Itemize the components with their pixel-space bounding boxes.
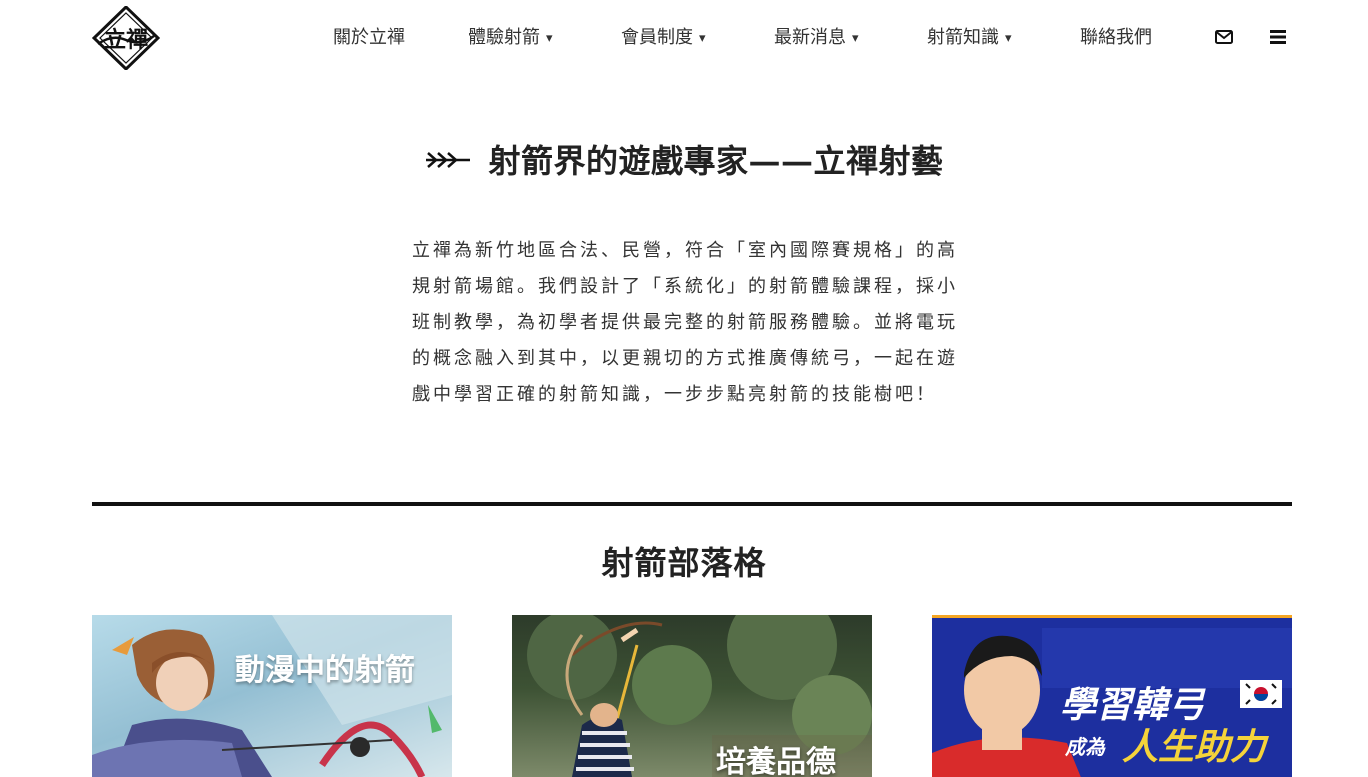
envelope-icon[interactable] — [1213, 26, 1235, 48]
blog-section-title: 射箭部落格 — [601, 544, 767, 582]
blog-card-korean-bow[interactable]: 學習韓弓 成為 人生助力 — [932, 615, 1292, 777]
brand-logo[interactable]: 立禪 — [92, 6, 160, 70]
nav-item-contact[interactable]: 聯絡我們 — [1080, 24, 1152, 52]
blog-card-character[interactable]: 培養品德 — [512, 615, 872, 777]
blog-card-label-line2a: 成為 — [1065, 735, 1105, 759]
intro-heading-text: 射箭界的遊戲專家——立禪射藝 — [488, 142, 944, 180]
chevron-down-icon: ▾ — [1005, 31, 1012, 46]
site-header: 立禪 關於立禪 體驗射箭 ▾ 會員制度 ▾ 最新消息 ▾ 射箭知識 ▾ 聯絡我們 — [0, 0, 1368, 76]
chevron-down-icon: ▾ — [699, 31, 706, 46]
nav-item-label: 體驗射箭 — [468, 27, 540, 48]
blog-card-label: 培養品德 — [716, 745, 836, 777]
intro-paragraph: 立禪為新竹地區合法、民營，符合「室內國際賽規格」的高規射箭場館。我們設計了「系統… — [412, 240, 958, 405]
blog-card-label-line2b: 人生助力 — [1122, 727, 1267, 768]
menu-icon[interactable] — [1267, 26, 1289, 48]
nav-item-membership[interactable]: 會員制度 ▾ — [621, 24, 706, 52]
section-divider — [92, 502, 1292, 506]
chevron-down-icon: ▾ — [546, 31, 553, 46]
nav-item-about[interactable]: 關於立禪 — [333, 24, 405, 52]
logo-text: 立禪 — [104, 27, 148, 53]
nav-item-label: 聯絡我們 — [1080, 27, 1152, 48]
nav-item-label: 射箭知識 — [927, 27, 999, 48]
nav-item-experience[interactable]: 體驗射箭 ▾ — [468, 24, 553, 52]
nav-item-news[interactable]: 最新消息 ▾ — [774, 24, 859, 52]
intro-heading: 射箭界的遊戲專家——立禪射藝 — [0, 136, 1368, 182]
triple-chevron-icon — [426, 151, 471, 168]
blog-card-anime-archery[interactable]: 動漫中的射箭 — [92, 615, 452, 777]
nav-item-label: 會員制度 — [621, 27, 693, 48]
nav-item-label: 關於立禪 — [333, 27, 405, 48]
nav-item-label: 最新消息 — [774, 27, 846, 48]
chevron-down-icon: ▾ — [852, 31, 859, 46]
nav-item-knowledge[interactable]: 射箭知識 ▾ — [927, 24, 1012, 52]
blog-card-label: 動漫中的射箭 — [235, 653, 415, 688]
blog-card-image — [92, 615, 452, 777]
